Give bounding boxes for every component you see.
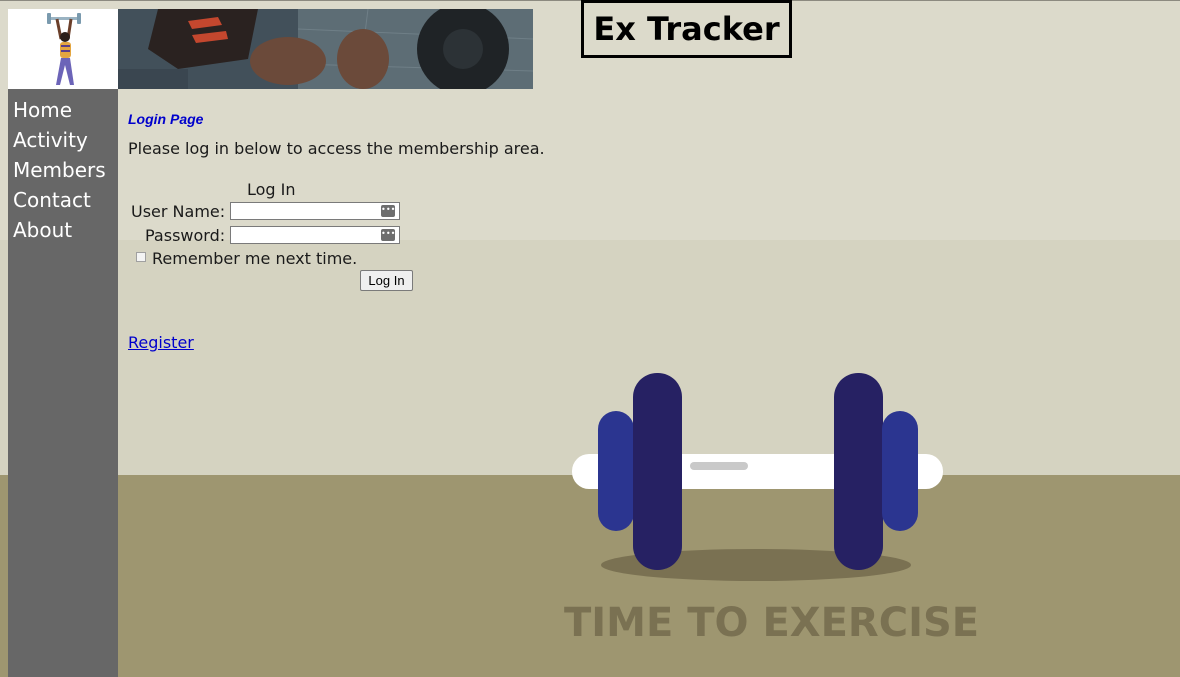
- password-field[interactable]: •••: [230, 226, 400, 244]
- nav-list: Home Activity Members Contact About: [8, 95, 118, 245]
- right-inner-plate: [834, 373, 883, 570]
- site-title: Ex Tracker: [581, 0, 792, 58]
- left-inner-plate: [633, 373, 682, 570]
- right-outer-plate: [882, 411, 918, 531]
- autofill-key-icon[interactable]: •••: [381, 205, 395, 217]
- autofill-key-icon[interactable]: •••: [381, 229, 395, 241]
- login-button[interactable]: Log In: [360, 270, 413, 291]
- page-heading: Login Page: [128, 111, 204, 127]
- nav-item-home[interactable]: Home: [8, 95, 118, 125]
- sidebar-nav: Home Activity Members Contact About: [8, 89, 118, 677]
- intro-text: Please log in below to access the member…: [128, 139, 545, 158]
- nav-item-contact[interactable]: Contact: [8, 185, 118, 215]
- header-banner-image: [118, 9, 533, 89]
- bar-highlight: [690, 462, 748, 470]
- remember-me-label[interactable]: Remember me next time.: [152, 249, 357, 268]
- left-outer-plate: [598, 411, 634, 531]
- password-label: Password:: [145, 226, 226, 245]
- site-logo: [8, 9, 118, 89]
- left-margin-floor: [0, 475, 8, 677]
- slogan-text: TIME TO EXERCISE: [564, 600, 980, 646]
- weightlifter-icon: [47, 13, 81, 85]
- login-form-title: Log In: [247, 180, 296, 199]
- username-label: User Name:: [131, 202, 226, 221]
- nav-item-members[interactable]: Members: [8, 155, 118, 185]
- register-link[interactable]: Register: [128, 333, 194, 352]
- nav-item-activity[interactable]: Activity: [8, 125, 118, 155]
- username-field[interactable]: •••: [230, 202, 400, 220]
- athlete-photo: [118, 9, 533, 89]
- nav-item-about[interactable]: About: [8, 215, 118, 245]
- remember-me-checkbox[interactable]: [136, 252, 146, 262]
